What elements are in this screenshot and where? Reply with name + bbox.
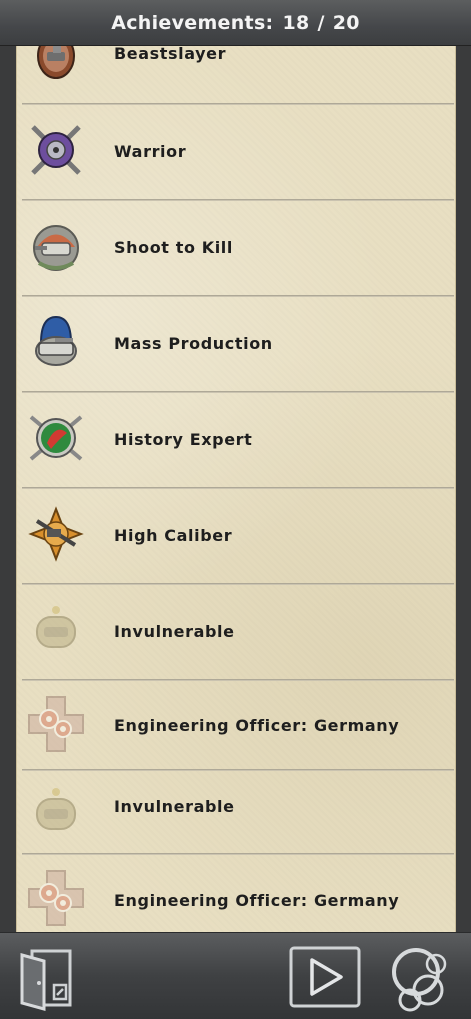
- overlapping-circles-icon: [392, 948, 447, 1012]
- invulnerable-medal-icon: [36, 606, 76, 648]
- achievement-row-shoot-to-kill[interactable]: Shoot to Kill: [17, 201, 455, 295]
- count-separator: /: [317, 11, 325, 34]
- beastslayer-medal-icon: [37, 46, 75, 79]
- page-title: Achievements:: [111, 11, 274, 34]
- mass-production-medal-icon: [35, 315, 77, 366]
- achievement-label: Engineering Officer: Germany: [114, 891, 400, 910]
- shoot-to-kill-medal-icon: [33, 225, 79, 271]
- achievement-label: Mass Production: [114, 334, 273, 353]
- achievements-earned-count: 18: [282, 11, 310, 34]
- achievement-row-mass-production[interactable]: Mass Production: [17, 297, 455, 391]
- play-button[interactable]: [289, 946, 361, 1008]
- achievement-row-engineering-officer[interactable]: Engineering Officer: Germany: [17, 855, 455, 932]
- history-expert-medal-icon: [29, 415, 83, 461]
- engineering-officer-medal-icon: [28, 870, 84, 926]
- achievement-label: Beastslayer: [114, 46, 227, 63]
- achievements-total-count: 20: [332, 11, 360, 34]
- achievement-label: Invulnerable: [114, 622, 235, 641]
- achievement-row-history-expert[interactable]: History Expert: [17, 393, 455, 487]
- achievement-row-warrior[interactable]: Warrior: [17, 105, 455, 199]
- achievements-list[interactable]: Beastslayer Warrior Shoot to Kill Mass P…: [16, 46, 456, 932]
- achievements-circles-button[interactable]: [388, 942, 454, 1014]
- achievement-row-invulnerable[interactable]: Invulnerable: [17, 771, 455, 853]
- achievement-label: History Expert: [114, 430, 253, 449]
- engineering-officer-medal-icon: [28, 696, 84, 752]
- achievement-label: Engineering Officer: Germany: [114, 716, 400, 735]
- achievement-row-high-caliber[interactable]: High Caliber: [17, 489, 455, 583]
- warrior-medal-icon: [31, 125, 81, 175]
- achievement-label: High Caliber: [114, 526, 233, 545]
- exit-door-icon: [20, 949, 72, 1011]
- invulnerable-medal-icon: [36, 788, 76, 830]
- title-bar: Achievements: 18 / 20: [0, 0, 471, 46]
- achievement-row-engineering-officer[interactable]: Engineering Officer: Germany: [17, 681, 455, 769]
- achievement-label: Warrior: [114, 142, 187, 161]
- achievement-row-beastslayer[interactable]: Beastslayer: [17, 46, 455, 84]
- achievement-label: Invulnerable: [114, 797, 235, 816]
- achievement-label: Shoot to Kill: [114, 238, 233, 257]
- bottom-toolbar: [0, 932, 471, 1019]
- play-icon: [289, 946, 361, 1008]
- exit-button[interactable]: [18, 945, 78, 1011]
- high-caliber-medal-icon: [28, 506, 84, 562]
- achievement-row-invulnerable[interactable]: Invulnerable: [17, 585, 455, 679]
